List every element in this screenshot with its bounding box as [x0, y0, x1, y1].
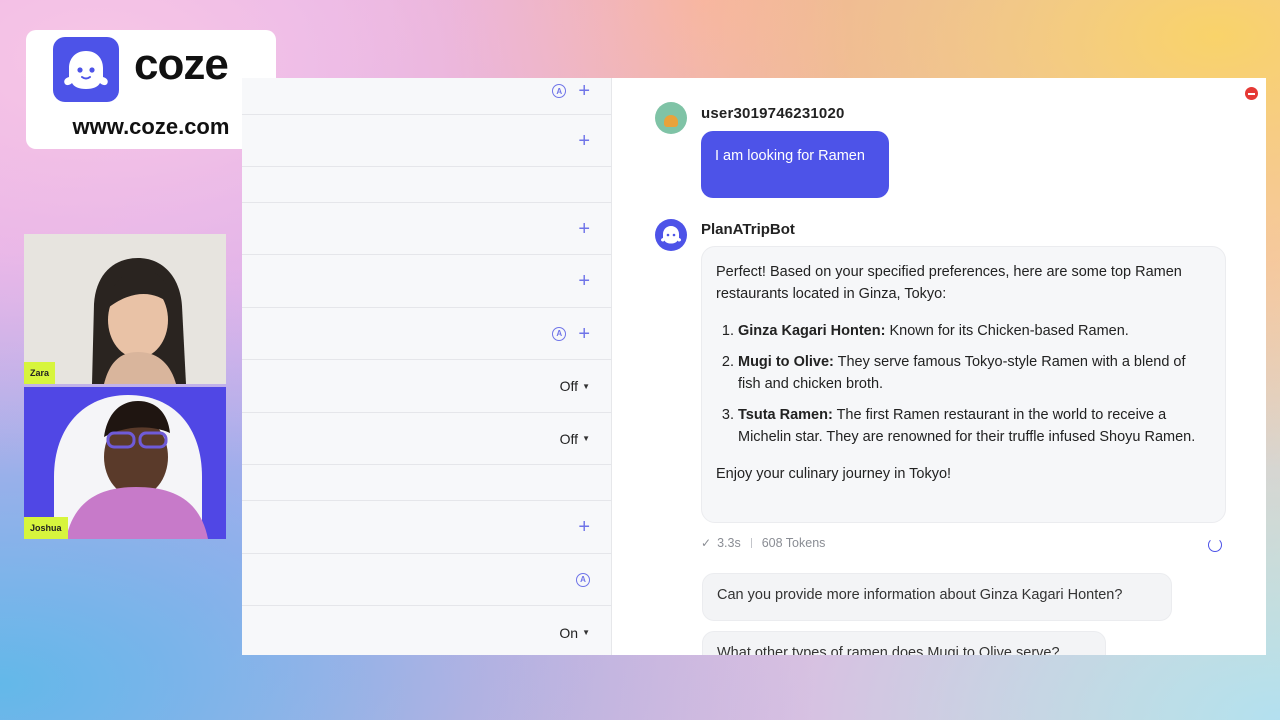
response-duration: 3.3s: [717, 536, 741, 550]
settings-row[interactable]: +: [242, 115, 612, 167]
bot-avatar: [655, 219, 687, 251]
add-icon[interactable]: +: [578, 271, 590, 291]
check-icon: ✓: [701, 536, 712, 550]
restaurant-name: Mugi to Olive:: [738, 354, 834, 370]
add-icon[interactable]: +: [578, 324, 590, 344]
bot-closing-text: Enjoy your culinary journey in Tokyo!: [716, 466, 952, 482]
toggle-select[interactable]: On ▼: [559, 625, 590, 641]
settings-row[interactable]: Off ▼: [242, 413, 612, 465]
response-meta: ✓ 3.3s 608 Tokens: [701, 536, 825, 550]
add-icon[interactable]: +: [578, 219, 590, 239]
settings-row: [242, 167, 612, 203]
list-item: Tsuta Ramen: The first Ramen restaurant …: [738, 404, 1211, 448]
toggle-value: Off: [559, 378, 579, 394]
list-item: Mugi to Olive: They serve famous Tokyo-s…: [738, 351, 1211, 395]
app-window: A + + + + A + Off ▼ Off ▼ + A On ▼ user3…: [242, 78, 1266, 655]
auto-icon[interactable]: A: [552, 326, 567, 341]
toggle-value: On: [559, 624, 579, 641]
chat-preview-panel: user3019746231020 I am looking for Ramen…: [626, 78, 1266, 655]
caret-down-icon: ▼: [582, 381, 590, 391]
auto-icon[interactable]: A: [552, 84, 567, 98]
divider: [750, 538, 752, 548]
settings-row[interactable]: Off ▼: [242, 360, 612, 413]
suggested-question[interactable]: Can you provide more information about G…: [702, 573, 1172, 621]
video-tile-joshua: Joshua: [24, 387, 226, 539]
restaurant-name: Ginza Kagari Honten:: [738, 323, 886, 339]
list-item: Ginza Kagari Honten: Known for its Chick…: [738, 320, 1211, 342]
regenerate-icon[interactable]: [1208, 538, 1222, 552]
toggle-value: Off: [559, 430, 579, 447]
restaurant-name: Tsuta Ramen:: [738, 407, 833, 423]
settings-row[interactable]: +: [242, 255, 612, 308]
participant-name-tag: Joshua: [24, 517, 68, 539]
brand-name: coze: [134, 40, 229, 89]
restaurant-list: Ginza Kagari Honten: Known for its Chick…: [716, 320, 1211, 448]
user-name: user3019746231020: [701, 105, 845, 122]
bot-message: Perfect! Based on your specified prefere…: [701, 246, 1226, 523]
coze-logo-icon: [53, 37, 119, 102]
add-icon[interactable]: +: [578, 131, 590, 151]
caret-down-icon: ▼: [582, 628, 590, 637]
caret-down-icon: ▼: [582, 434, 590, 443]
user-avatar: [655, 102, 687, 134]
settings-row[interactable]: A +: [242, 308, 612, 360]
auto-icon[interactable]: A: [576, 572, 590, 587]
user-message: I am looking for Ramen: [701, 131, 889, 198]
restaurant-description: Known for its Chicken-based Ramen.: [885, 323, 1129, 339]
brand-url: www.coze.com: [72, 114, 230, 139]
settings-row: [242, 465, 612, 501]
token-count: 608 Tokens: [761, 536, 826, 550]
bot-settings-panel: A + + + + A + Off ▼ Off ▼ + A On ▼: [242, 78, 612, 655]
toggle-select[interactable]: Off ▼: [560, 431, 590, 447]
video-tile-zara: Zara: [24, 234, 226, 384]
suggested-question[interactable]: What other types of ramen does Mugi to O…: [702, 631, 1106, 655]
toggle-select[interactable]: Off ▼: [560, 378, 590, 394]
participant-name-tag: Zara: [24, 362, 56, 384]
coze-logo-card: coze www.coze.com: [26, 30, 276, 149]
settings-row[interactable]: A: [242, 554, 612, 606]
add-icon[interactable]: +: [578, 517, 590, 537]
settings-row[interactable]: +: [242, 501, 612, 554]
bot-name: PlanATripBot: [701, 221, 795, 238]
add-icon[interactable]: +: [578, 81, 590, 101]
close-icon[interactable]: [1245, 87, 1258, 100]
settings-row[interactable]: On ▼: [242, 606, 612, 655]
settings-row[interactable]: +: [242, 203, 612, 255]
settings-row[interactable]: A +: [242, 78, 612, 115]
bot-intro-text: Perfect! Based on your specified prefere…: [716, 264, 1182, 302]
